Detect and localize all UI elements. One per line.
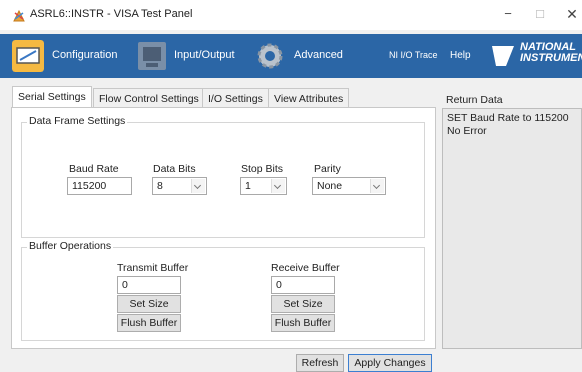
receive-flush-buffer-button[interactable]: Flush Buffer	[271, 314, 335, 332]
serial-settings-panel: Data Frame Settings Baud Rate 115200 Dat…	[11, 107, 436, 349]
tab-view-attributes[interactable]: View Attributes	[268, 88, 350, 108]
ni-io-trace-link[interactable]: NI I/O Trace	[389, 50, 438, 60]
minimize-button[interactable]: −	[496, 4, 520, 24]
configuration-icon	[12, 40, 44, 72]
chevron-down-icon	[271, 179, 285, 193]
tab-flow-control-settings[interactable]: Flow Control Settings	[93, 88, 205, 108]
tab-serial-settings[interactable]: Serial Settings	[12, 86, 92, 108]
buffer-operations-title: Buffer Operations	[27, 240, 114, 252]
refresh-button[interactable]: Refresh	[296, 354, 344, 372]
receive-buffer-label: Receive Buffer	[271, 262, 340, 274]
visa-app-icon	[13, 9, 25, 22]
chevron-down-icon	[191, 179, 205, 193]
data-bits-value: 8	[157, 180, 163, 192]
receive-set-size-button[interactable]: Set Size	[271, 295, 335, 313]
close-button[interactable]: ✕	[560, 4, 582, 24]
receive-buffer-input[interactable]: 0	[271, 276, 335, 294]
parity-select[interactable]: None	[312, 177, 386, 195]
return-data-line: SET Baud Rate to 115200	[447, 112, 569, 124]
apply-changes-button[interactable]: Apply Changes	[348, 354, 432, 372]
data-frame-settings-group: Data Frame Settings Baud Rate 115200 Dat…	[21, 115, 425, 238]
configuration-tab-button[interactable]: Configuration	[8, 34, 120, 78]
transmit-set-size-button[interactable]: Set Size	[117, 295, 181, 313]
configuration-label: Configuration	[52, 49, 118, 61]
parity-label: Parity	[314, 163, 341, 175]
help-link[interactable]: Help	[450, 50, 471, 61]
baud-rate-input[interactable]: 115200	[67, 177, 132, 195]
data-bits-select[interactable]: 8	[152, 177, 207, 195]
maximize-button[interactable]: □	[528, 4, 552, 24]
transmit-buffer-label: Transmit Buffer	[117, 262, 189, 274]
return-data-box: SET Baud Rate to 115200 No Error	[442, 108, 582, 349]
input-output-tab-button[interactable]: Input/Output	[136, 34, 246, 78]
transmit-flush-buffer-button[interactable]: Flush Buffer	[117, 314, 181, 332]
transmit-buffer-input[interactable]: 0	[117, 276, 181, 294]
stop-bits-value: 1	[245, 180, 251, 192]
stop-bits-select[interactable]: 1	[240, 177, 287, 195]
return-data-label: Return Data	[446, 94, 503, 106]
stop-bits-label: Stop Bits	[241, 163, 284, 175]
tab-io-settings[interactable]: I/O Settings	[202, 88, 269, 108]
advanced-tab-button[interactable]: Advanced	[254, 34, 354, 78]
data-bits-label: Data Bits	[153, 163, 196, 175]
parity-value: None	[317, 180, 343, 192]
gear-icon	[257, 43, 283, 69]
baud-rate-label: Baud Rate	[69, 163, 119, 175]
title-bar: ASRL6::INSTR - VISA Test Panel − □ ✕	[0, 0, 582, 30]
return-data-line: No Error	[447, 125, 487, 137]
toolbar: Configuration Input/Output Advanced NI I…	[0, 34, 582, 78]
input-output-label: Input/Output	[174, 49, 235, 61]
buffer-operations-group: Buffer Operations Transmit Buffer 0 Set …	[21, 240, 425, 341]
input-output-icon	[138, 42, 166, 70]
window-title: ASRL6::INSTR - VISA Test Panel	[30, 8, 193, 20]
ni-logo-text: NATIONAL INSTRUMENTS	[520, 41, 582, 64]
advanced-label: Advanced	[294, 49, 343, 61]
data-frame-settings-title: Data Frame Settings	[27, 115, 128, 127]
chevron-down-icon	[370, 179, 384, 193]
